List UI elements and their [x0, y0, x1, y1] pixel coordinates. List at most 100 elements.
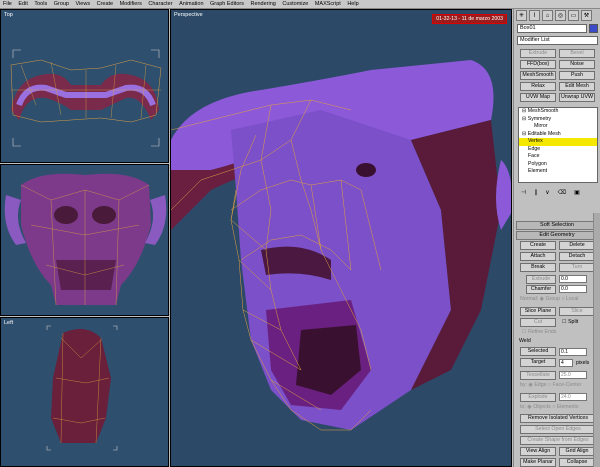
grid-align-button[interactable]: Grid Align	[559, 447, 595, 456]
modifier-button[interactable]: FFD(box)	[520, 60, 556, 69]
panel-scrollbar[interactable]	[593, 213, 600, 467]
create-tab-icon[interactable]: ✳	[516, 10, 527, 21]
split-checkbox[interactable]: ☐ Split	[562, 319, 578, 325]
chamfer-amount[interactable]: 0.0	[559, 285, 587, 293]
pin-stack-icon[interactable]: ⊣	[521, 189, 526, 198]
menu-item[interactable]: Modifiers	[120, 1, 142, 7]
stack-item[interactable]: Face	[519, 153, 597, 161]
explode-options: to: ◉ Objects ○ Elements	[520, 404, 579, 410]
pixels-label: pixels	[576, 360, 590, 366]
make-planar-button[interactable]: Make Planar	[520, 458, 556, 467]
stack-item[interactable]: Mirror	[519, 123, 597, 131]
viewport-top-label: Top	[4, 12, 13, 18]
left-view-mesh	[46, 325, 118, 451]
viewport-left-label: Left	[4, 320, 14, 326]
stack-item[interactable]: ⊟ MeshSmooth	[519, 108, 597, 116]
utilities-tab-icon[interactable]: ⚒	[581, 10, 592, 21]
menu-item[interactable]: File	[3, 1, 12, 7]
stack-item[interactable]: Edge	[519, 146, 597, 154]
modifier-button[interactable]: Push	[559, 71, 595, 80]
view-align-button[interactable]: View Align	[520, 447, 556, 456]
viewport-top[interactable]: Top	[0, 9, 169, 163]
menu-item[interactable]: Group	[54, 1, 69, 7]
date-stamp: 01-32-13 - 11 de marzo 2003	[432, 14, 507, 24]
tessellate-button[interactable]: Tessellate	[520, 371, 556, 380]
tessellate-tension[interactable]: 25.0	[559, 371, 587, 379]
stack-item[interactable]: Polygon	[519, 161, 597, 169]
show-end-result-icon[interactable]: ∥	[534, 189, 537, 198]
menu-item[interactable]: Rendering	[250, 1, 275, 7]
perspective-mesh	[171, 60, 511, 431]
delete-button[interactable]: Delete	[559, 241, 595, 250]
make-unique-icon[interactable]: ∨	[545, 189, 549, 198]
attach-button[interactable]: Attach	[520, 252, 556, 261]
stack-item[interactable]: Vertex	[519, 138, 597, 146]
menu-item[interactable]: Graph Editors	[210, 1, 244, 7]
normal-options: Normal: ◉ Group ○ Local	[520, 296, 579, 302]
remove-modifier-icon[interactable]: ⌫	[558, 189, 566, 198]
menu-item[interactable]: Tools	[34, 1, 47, 7]
command-panel: ✳ ⌇ ⌂ ◎ ▭ ⚒ Box01 Modifier List Extrude B…	[513, 9, 600, 467]
tessellate-options: by: ◉ Edge ○ Face-Center	[520, 382, 582, 388]
modifier-button[interactable]: Noise	[559, 60, 595, 69]
modifier-button[interactable]: Bevel	[559, 49, 595, 58]
modifier-list-dropdown[interactable]: Modifier List	[517, 36, 598, 45]
cut-button[interactable]: Cut	[520, 318, 556, 327]
hierarchy-tab-icon[interactable]: ⌂	[542, 10, 553, 21]
menu-item[interactable]: Animation	[179, 1, 203, 7]
collapse-button[interactable]: Collapse	[559, 458, 595, 467]
modifier-button[interactable]: Relax	[520, 82, 556, 91]
menu-item[interactable]: MAXScript	[315, 1, 341, 7]
viewport-front[interactable]	[0, 164, 169, 316]
menu-item[interactable]: Character	[148, 1, 172, 7]
menu-bar: File Edit Tools Group Views Create Modifiers Ch…	[0, 0, 600, 9]
create-shape-button[interactable]: Create Shape from Edges	[520, 436, 596, 445]
detach-button[interactable]: Detach	[559, 252, 595, 261]
configure-sets-icon[interactable]: ▣	[574, 189, 580, 198]
viewport-perspective[interactable]: Perspective 01-32-13 - 11 de marzo 2003	[170, 9, 512, 467]
panel-tabs: ✳ ⌇ ⌂ ◎ ▭ ⚒	[516, 10, 592, 21]
explode-angle[interactable]: 24.0	[559, 393, 587, 401]
modifier-button[interactable]: MeshSmooth	[520, 71, 556, 80]
extrude-button[interactable]: Extrude	[526, 275, 556, 284]
extrude-amount[interactable]: 0.0	[559, 275, 587, 283]
modifier-button[interactable]: Extrude	[520, 49, 556, 58]
viewport-left[interactable]: Left	[0, 317, 169, 467]
front-view-mesh	[4, 173, 167, 306]
menu-item[interactable]: Edit	[18, 1, 27, 7]
menu-item[interactable]: Help	[347, 1, 358, 7]
object-name-field[interactable]: Box01	[517, 24, 587, 33]
modifier-stack[interactable]: ⊟ MeshSmooth ⊟ Symmetry Mirror ⊟ Editable M…	[518, 107, 598, 183]
refine-ends-checkbox[interactable]: ☐ Refine Ends	[522, 329, 556, 335]
weld-selected-button[interactable]: Selected	[520, 347, 556, 356]
menu-item[interactable]: Customize	[282, 1, 308, 7]
soft-selection-rollout[interactable]: Soft Selection	[516, 221, 598, 230]
slice-plane-button[interactable]: Slice Plane	[520, 307, 556, 316]
explode-button[interactable]: Explode	[520, 393, 556, 402]
object-color-swatch[interactable]	[589, 24, 598, 33]
display-tab-icon[interactable]: ▭	[568, 10, 579, 21]
weld-target-pixels[interactable]: 4	[559, 359, 573, 367]
chamfer-button[interactable]: Chamfer	[526, 285, 556, 294]
weld-target-button[interactable]: Target	[520, 358, 556, 367]
stack-item[interactable]: ⊟ Editable Mesh	[519, 131, 597, 139]
modifier-button[interactable]: UVW Map	[520, 93, 556, 102]
weld-threshold[interactable]: 0.1	[559, 348, 587, 356]
turn-button[interactable]: Turn	[559, 263, 595, 272]
slice-button[interactable]: Slice	[559, 307, 595, 316]
stack-item[interactable]: ⊟ Symmetry	[519, 116, 597, 124]
menu-item[interactable]: Views	[76, 1, 91, 7]
edit-geometry-rollout[interactable]: Edit Geometry	[516, 231, 598, 240]
create-button[interactable]: Create	[520, 241, 556, 250]
remove-isolated-button[interactable]: Remove Isolated Vertices	[520, 414, 596, 423]
modify-tab-icon[interactable]: ⌇	[529, 10, 540, 21]
weld-group-label: Weld	[519, 338, 531, 344]
modifier-button[interactable]: Unwrap UVW	[559, 93, 595, 102]
modifier-button[interactable]: Edit Mesh	[559, 82, 595, 91]
motion-tab-icon[interactable]: ◎	[555, 10, 566, 21]
stack-toolbar: ⊣ ∥ ∨ ⌫ ▣	[518, 189, 598, 198]
break-button[interactable]: Break	[520, 263, 556, 272]
menu-item[interactable]: Create	[97, 1, 114, 7]
select-open-edges-button[interactable]: Select Open Edges	[520, 425, 596, 434]
stack-item[interactable]: Element	[519, 168, 597, 176]
